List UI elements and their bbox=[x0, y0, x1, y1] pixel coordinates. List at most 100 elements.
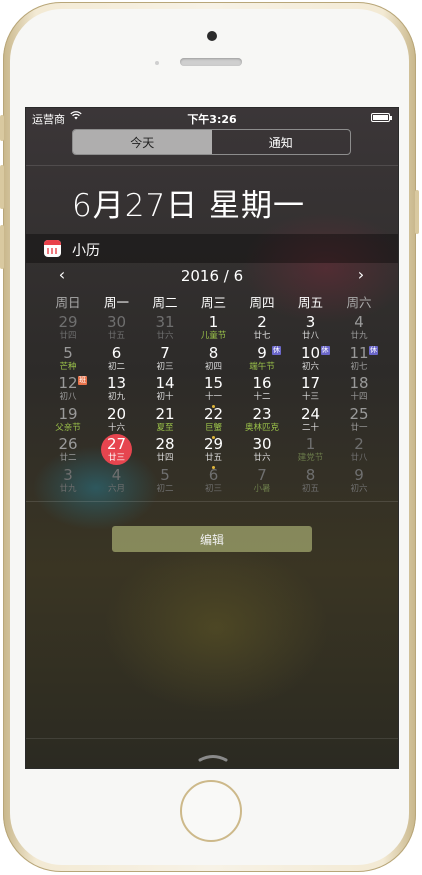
calendar-day[interactable]: 4 六月 bbox=[93, 467, 141, 497]
lunar-date-label: 初九 bbox=[107, 392, 125, 402]
calendar-day[interactable]: 6 初三 bbox=[190, 467, 238, 497]
festival-label: 巨蟹 bbox=[204, 422, 222, 433]
widget-title: 小历 bbox=[72, 243, 100, 259]
lunar-date-label: 廿四 bbox=[156, 453, 174, 463]
power-button bbox=[415, 190, 419, 234]
lunar-date-label: 廿七 bbox=[253, 331, 271, 341]
calendar-day[interactable]: 11 初七休 bbox=[335, 345, 383, 375]
lunar-date-label: 廿三 bbox=[107, 453, 125, 463]
calendar-day[interactable]: 21 夏至 bbox=[141, 406, 189, 436]
calendar-day[interactable]: 10 初六休 bbox=[287, 345, 335, 375]
tab-today[interactable]: 今天 bbox=[73, 130, 212, 154]
widget-header[interactable]: 小历 bbox=[26, 234, 398, 263]
calendar-day[interactable]: 8 初四 bbox=[190, 345, 238, 375]
calendar-day[interactable]: 20 十六 bbox=[93, 406, 141, 436]
calendar-day[interactable]: 30 廿六 bbox=[238, 436, 286, 466]
day-number: 31 bbox=[155, 313, 175, 331]
calendar-day[interactable]: 12 初八班 bbox=[44, 375, 92, 405]
divider bbox=[26, 165, 398, 166]
calendar-day[interactable]: 5 芒种 bbox=[44, 345, 92, 375]
status-bar: 运营商 下午3:26 bbox=[26, 108, 398, 128]
lunar-date-label: 廿五 bbox=[204, 453, 222, 463]
day-number: 4 bbox=[354, 313, 364, 331]
calendar-day[interactable]: 24 二十 bbox=[287, 406, 335, 436]
calendar-day[interactable]: 6 初二 bbox=[93, 345, 141, 375]
weekday-label: 周日 bbox=[55, 295, 81, 310]
calendar-day[interactable]: 4 廿九 bbox=[335, 314, 383, 344]
calendar-day[interactable]: 25 廿一 bbox=[335, 406, 383, 436]
tab-notifications[interactable]: 通知 bbox=[212, 130, 351, 154]
festival-label: 芒种 bbox=[59, 361, 77, 372]
calendar-day[interactable]: 13 初九 bbox=[93, 375, 141, 405]
calendar-day[interactable]: 18 十四 bbox=[335, 375, 383, 405]
calendar-nav: ‹ 2016 / 6 › bbox=[26, 265, 398, 287]
calendar-day[interactable]: 26 廿二 bbox=[44, 436, 92, 466]
calendar-day[interactable]: 7 初三 bbox=[141, 345, 189, 375]
calendar-day-today[interactable]: 27 廿三 bbox=[93, 434, 141, 466]
calendar-day[interactable]: 1 建党节 bbox=[287, 436, 335, 466]
lunar-date-label: 初五 bbox=[301, 483, 319, 494]
weekday-label: 周三 bbox=[200, 295, 226, 310]
weekday-label: 周四 bbox=[249, 295, 275, 310]
holiday-badge: 休 bbox=[320, 345, 330, 355]
calendar-day[interactable]: 29 廿五 bbox=[190, 436, 238, 469]
earpiece-speaker bbox=[180, 58, 242, 66]
calendar-day[interactable]: 23 奥林匹克 bbox=[238, 406, 286, 436]
day-number: 30 bbox=[252, 435, 272, 453]
day-number: 25 bbox=[349, 404, 369, 423]
lunar-date-label: 初二 bbox=[156, 483, 174, 494]
calendar-day[interactable]: 9 端午节休 bbox=[238, 345, 286, 375]
home-button[interactable] bbox=[180, 780, 242, 842]
calendar-day[interactable]: 1 儿童节 bbox=[190, 314, 238, 344]
proximity-sensor bbox=[155, 61, 159, 65]
day-number: 26 bbox=[58, 435, 78, 453]
calendar-day[interactable]: 29 廿四 bbox=[44, 314, 92, 344]
day-number: 27 bbox=[106, 435, 127, 453]
calendar-day[interactable]: 8 初五 bbox=[287, 467, 335, 497]
lunar-date-label: 十三 bbox=[301, 392, 319, 402]
festival-label: 小暑 bbox=[253, 483, 271, 494]
day-number: 13 bbox=[106, 374, 127, 392]
lunar-date-label: 廿九 bbox=[350, 331, 368, 341]
calendar-day[interactable]: 31 廿六 bbox=[141, 314, 189, 344]
calendar-day[interactable]: 3 廿八 bbox=[287, 314, 335, 344]
calendar-day[interactable]: 14 初十 bbox=[141, 375, 189, 405]
calendar-day[interactable]: 16 十二 bbox=[238, 375, 286, 405]
edit-button[interactable]: 编辑 bbox=[112, 526, 312, 552]
calendar-day[interactable]: 3 廿九 bbox=[44, 467, 92, 497]
day-number: 7 bbox=[257, 465, 267, 484]
battery-icon bbox=[371, 113, 392, 122]
day-number: 20 bbox=[106, 404, 127, 423]
grabber-handle-icon[interactable] bbox=[198, 748, 228, 762]
volume-up-button bbox=[0, 165, 4, 209]
next-month-chevron-icon[interactable]: › bbox=[351, 265, 371, 284]
lunar-date-label: 十二 bbox=[253, 392, 271, 402]
calendar-day[interactable]: 17 十三 bbox=[287, 375, 335, 405]
mute-switch bbox=[0, 115, 4, 141]
calendar-day[interactable]: 19 父亲节 bbox=[44, 406, 92, 436]
lunar-date-label: 廿八 bbox=[350, 453, 368, 463]
divider bbox=[26, 501, 398, 502]
lunar-date-label: 初八 bbox=[59, 392, 77, 402]
festival-label: 夏至 bbox=[156, 422, 174, 433]
lunar-date-label: 二十 bbox=[301, 422, 319, 433]
lunar-date-label: 廿九 bbox=[59, 483, 77, 494]
calendar-day[interactable]: 22 巨蟹 bbox=[190, 406, 238, 439]
calendar-day[interactable]: 7 小暑 bbox=[238, 467, 286, 497]
lunar-date-label: 廿六 bbox=[156, 331, 174, 341]
screen: 运营商 下午3:26 今天 通知 6月27日 星期一 小历 ‹ 2016 / 6… bbox=[25, 107, 399, 769]
lunar-date-label: 初二 bbox=[107, 361, 125, 372]
lunar-date-label: 廿一 bbox=[350, 422, 368, 433]
calendar-day[interactable]: 2 廿八 bbox=[335, 436, 383, 466]
lunar-date-label: 六月 bbox=[107, 483, 125, 494]
calendar-day[interactable]: 15 十一 bbox=[190, 375, 238, 408]
lunar-date-label: 廿二 bbox=[59, 453, 77, 463]
calendar-day[interactable]: 2 廿七 bbox=[238, 314, 286, 344]
calendar-day[interactable]: 5 初二 bbox=[141, 467, 189, 497]
calendar-day[interactable]: 30 廿五 bbox=[93, 314, 141, 344]
calendar-day[interactable]: 9 初六 bbox=[335, 467, 383, 497]
day-number: 2 bbox=[354, 435, 364, 453]
lunar-date-label: 初六 bbox=[301, 361, 319, 372]
calendar-day[interactable]: 28 廿四 bbox=[141, 436, 189, 466]
weekday-header: 周日 周一 周二 周三 周四 周五 周六 bbox=[44, 292, 390, 310]
